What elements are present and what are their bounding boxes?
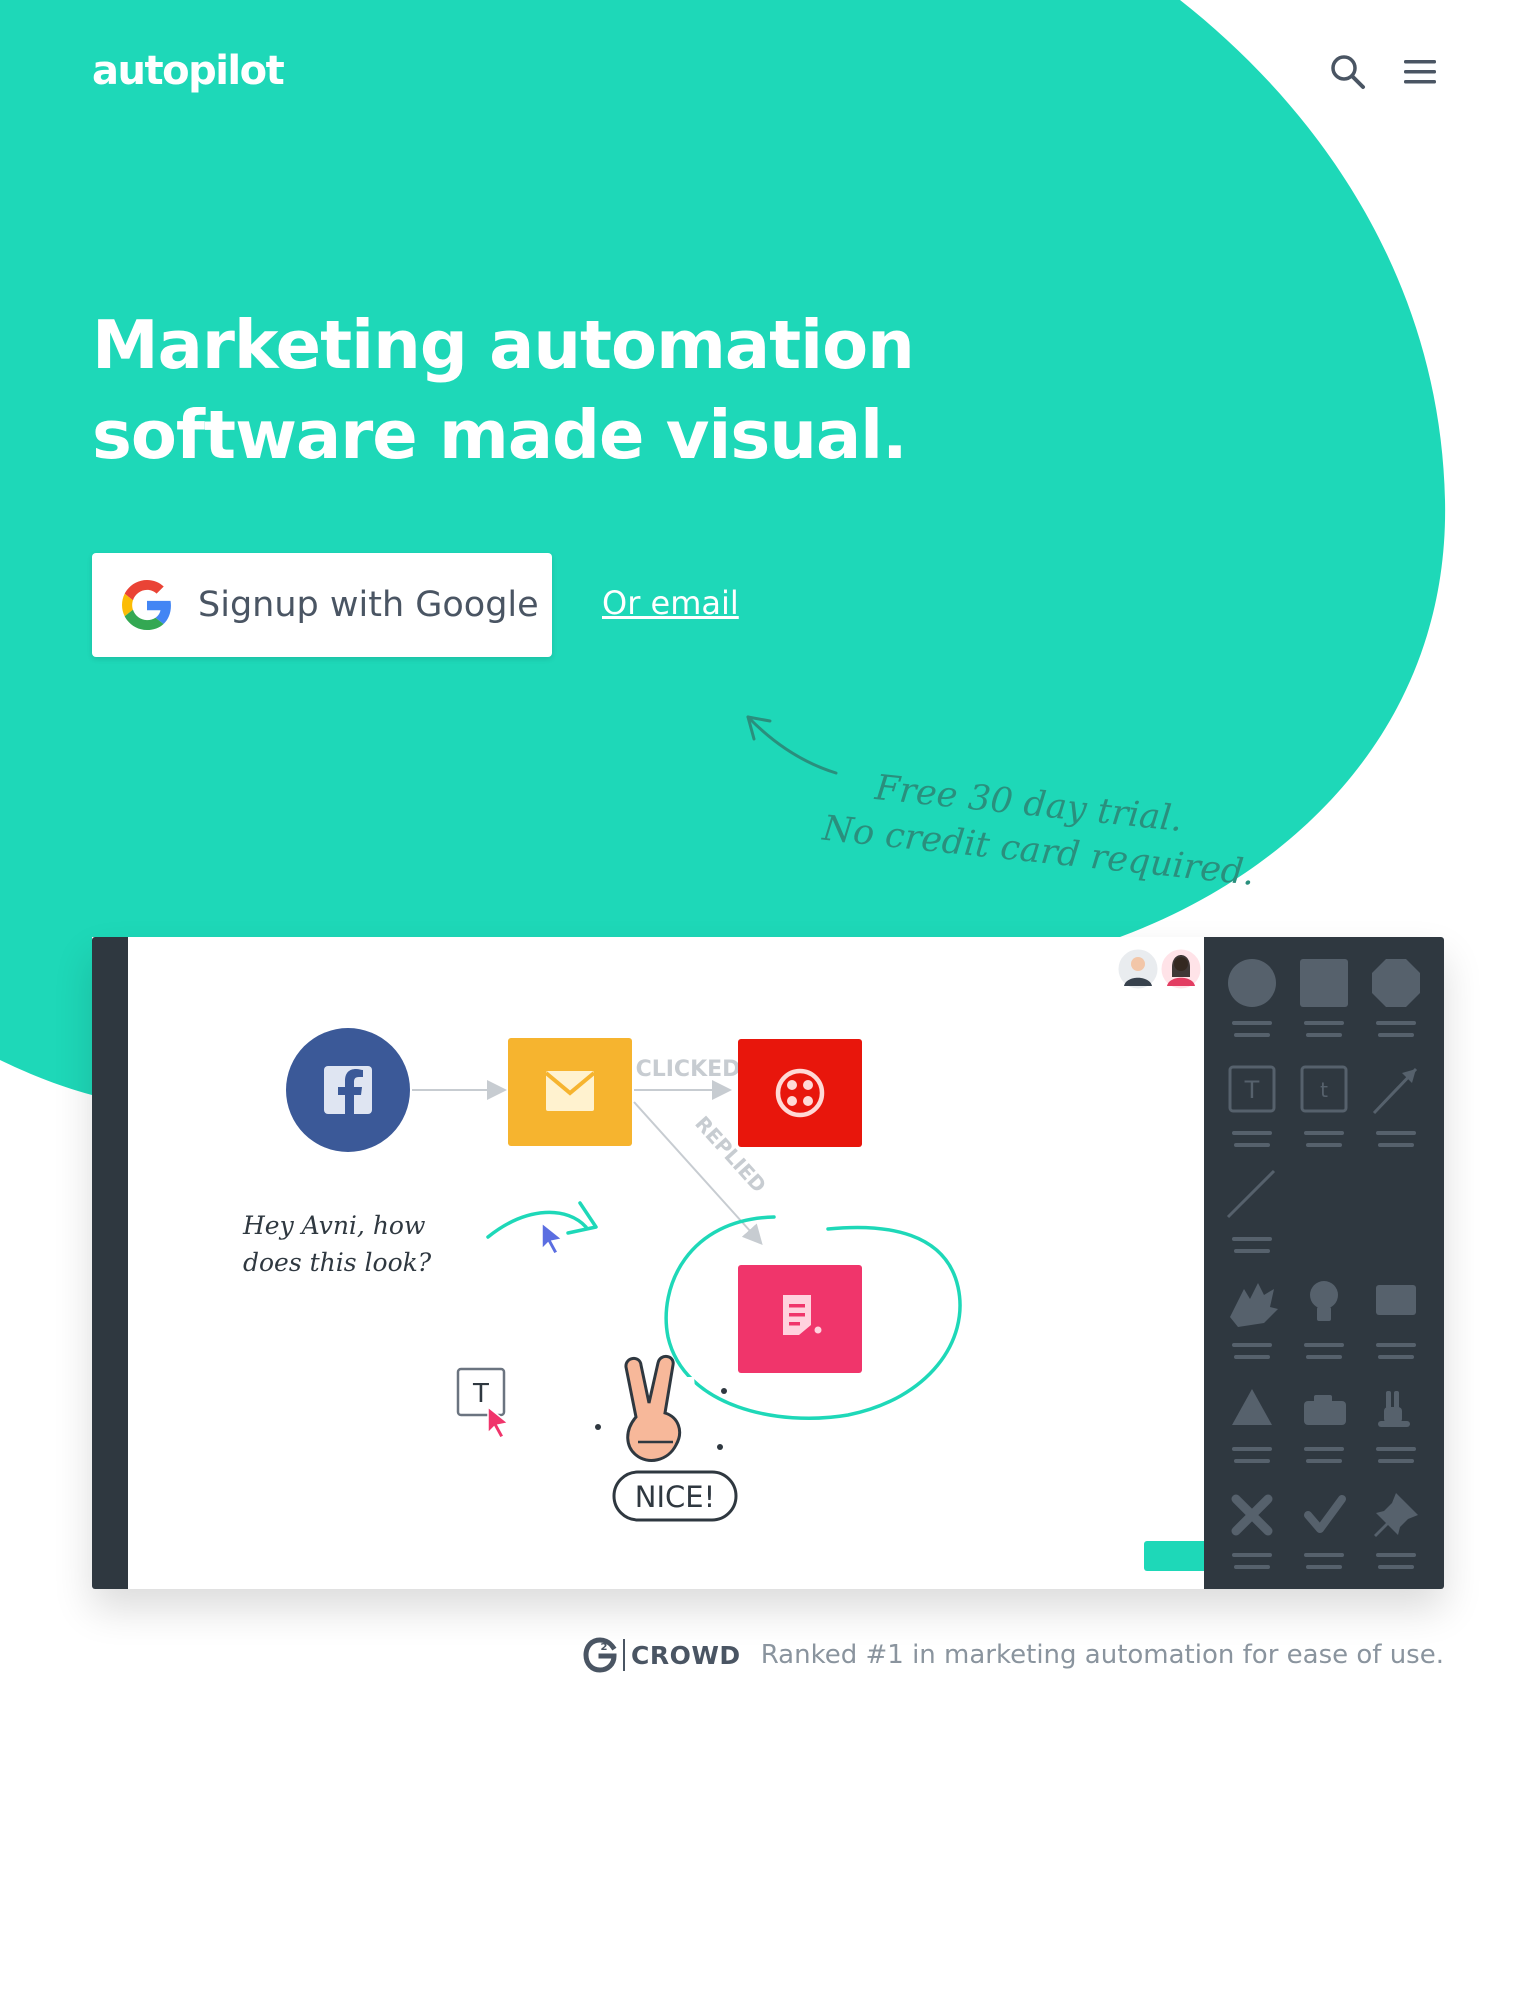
- line-shape[interactable]: [1226, 1169, 1276, 1253]
- peace-hand-shape[interactable]: [1376, 1391, 1416, 1463]
- nice-sticker: NICE!: [595, 1355, 738, 1533]
- form-node[interactable]: [738, 1265, 862, 1373]
- canvas-note-line-1: Hey Avni, how: [242, 1211, 425, 1240]
- email-icon: [544, 1071, 596, 1111]
- menu-icon[interactable]: [1400, 52, 1440, 92]
- g2-superscript: 2: [601, 1642, 608, 1653]
- hand-sticker-shape[interactable]: [1230, 1283, 1278, 1359]
- pin-shape[interactable]: [1374, 1493, 1418, 1569]
- g2-logo-icon: 2: [583, 1637, 617, 1673]
- shape-palette-panel: T t: [1204, 937, 1444, 1589]
- facebook-node[interactable]: [286, 1028, 410, 1152]
- twilio-node[interactable]: [738, 1039, 862, 1147]
- ranking-text: Ranked #1 in marketing automation for ea…: [760, 1640, 1444, 1670]
- checkmark-shape[interactable]: [1304, 1495, 1346, 1569]
- headline-line-2: software made visual.: [92, 396, 908, 474]
- note-card-shape[interactable]: [1376, 1285, 1416, 1359]
- svg-text:T: T: [472, 1379, 489, 1409]
- large-text-shape[interactable]: T: [1228, 1065, 1276, 1147]
- g2-crowd-logo[interactable]: 2 CROWD: [583, 1637, 741, 1673]
- nice-sticker-text: NICE!: [635, 1480, 715, 1514]
- edge-label-clicked: CLICKED: [636, 1057, 741, 1082]
- search-icon[interactable]: [1328, 52, 1368, 92]
- signup-with-google-label: Signup with Google: [198, 585, 539, 625]
- cross-shape[interactable]: [1231, 1494, 1273, 1569]
- journey-builder-screenshot: CLICKED REPLIED Hey Avni, how does this …: [92, 937, 1444, 1589]
- camera-shape[interactable]: [1304, 1395, 1346, 1463]
- collaborator-avatars: [1115, 946, 1204, 992]
- svg-text:t: t: [1320, 1078, 1328, 1102]
- lightbulb-shape[interactable]: [1304, 1281, 1344, 1359]
- blue-cursor-icon: [541, 1221, 564, 1255]
- text-tool-icon: T: [456, 1367, 510, 1439]
- svg-text:T: T: [1244, 1076, 1260, 1104]
- small-text-shape[interactable]: t: [1300, 1065, 1348, 1147]
- signup-with-google-button[interactable]: Signup with Google: [92, 553, 552, 657]
- circle-shape[interactable]: [1228, 959, 1276, 1037]
- canvas-left-rail: [92, 937, 128, 1589]
- canvas-note-line-2: does this look?: [243, 1248, 432, 1277]
- autopilot-logo[interactable]: autopilot: [92, 48, 285, 94]
- hero-headline: Marketing automation software made visua…: [92, 300, 992, 480]
- g2-crowd-ranking: 2 CROWD Ranked #1 in marketing automatio…: [583, 1630, 1444, 1680]
- arrow-shape[interactable]: [1372, 1067, 1418, 1147]
- g2-crowd-wordmark: CROWD: [631, 1640, 741, 1670]
- facebook-icon: [324, 1066, 372, 1114]
- email-node[interactable]: [508, 1038, 632, 1146]
- hand-drawn-arrow-icon: [746, 715, 838, 775]
- journey-canvas: CLICKED REPLIED Hey Avni, how does this …: [242, 946, 1248, 1571]
- or-email-link[interactable]: Or email: [602, 584, 739, 622]
- headline-line-1: Marketing automation: [92, 306, 915, 384]
- g2-divider: [623, 1639, 625, 1671]
- square-shape[interactable]: [1300, 959, 1348, 1037]
- google-g-icon: [122, 580, 171, 630]
- triangle-shape[interactable]: [1232, 1389, 1272, 1463]
- octagon-shape[interactable]: [1372, 959, 1420, 1037]
